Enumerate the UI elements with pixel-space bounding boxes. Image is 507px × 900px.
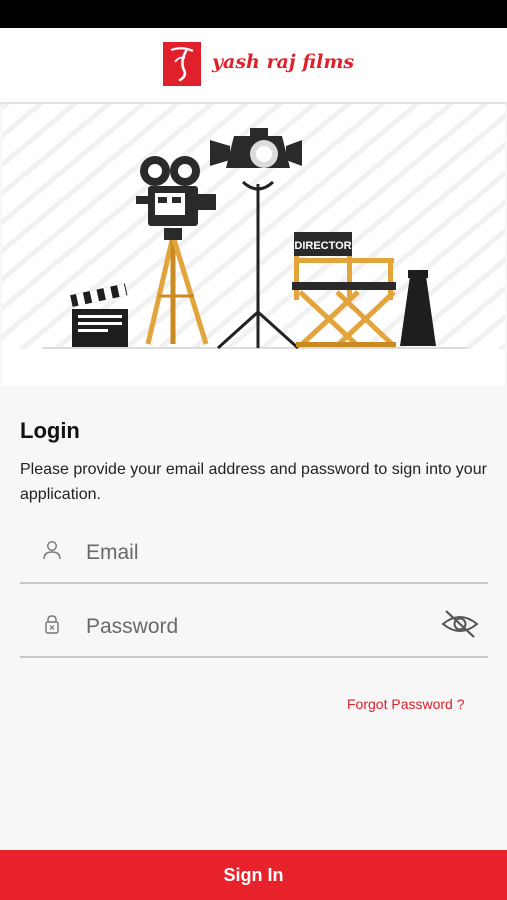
email-field — [20, 522, 488, 584]
sign-in-button[interactable]: Sign In — [0, 850, 507, 900]
yrf-logo-icon — [163, 42, 201, 86]
app-header: yash raj films — [0, 28, 507, 102]
user-icon — [43, 540, 61, 560]
film-set-illustration: DIRECTOR — [2, 104, 505, 386]
brand-name: yash raj films — [212, 51, 355, 73]
page-title: Login — [20, 418, 80, 443]
forgot-password-link[interactable]: Forgot Password ? — [347, 696, 465, 712]
email-input[interactable] — [84, 530, 428, 576]
password-input[interactable] — [84, 604, 428, 650]
login-description: Please provide your email address and pa… — [20, 461, 487, 503]
lock-icon — [45, 615, 59, 634]
status-bar — [0, 0, 507, 28]
password-field — [20, 596, 488, 658]
svg-text:DIRECTOR: DIRECTOR — [294, 240, 351, 252]
eye-off-icon[interactable] — [440, 608, 480, 640]
